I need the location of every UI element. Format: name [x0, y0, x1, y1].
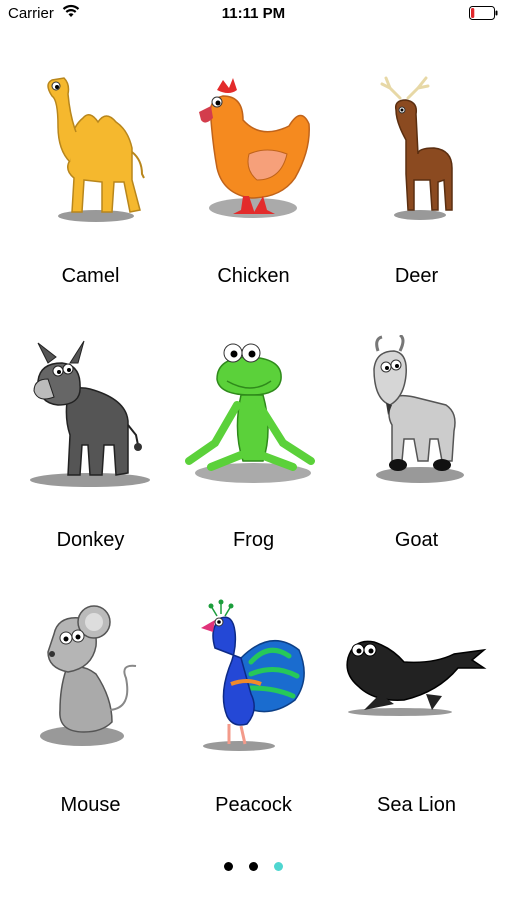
frog-icon	[185, 343, 315, 483]
animal-cell-camel[interactable]: Camel	[8, 70, 173, 300]
animal-label: Donkey	[56, 529, 125, 551]
animal-label: Chicken	[217, 265, 290, 287]
page-dot[interactable]	[274, 862, 284, 871]
animal-label: Sea Lion	[377, 794, 456, 816]
animal-label: Peacock	[215, 794, 292, 816]
animal-cell-deer[interactable]: Deer	[334, 70, 499, 300]
animal-label: Deer	[394, 265, 439, 287]
animal-cell-frog[interactable]: Frog	[171, 335, 336, 565]
chicken-icon	[199, 78, 310, 218]
animal-label: Camel	[61, 265, 120, 287]
page-control[interactable]	[0, 858, 507, 876]
camel-icon	[47, 77, 145, 222]
peacock-icon	[201, 599, 305, 751]
animal-label: Frog	[232, 529, 275, 551]
animal-cell-chicken[interactable]: Chicken	[171, 70, 336, 300]
page-dot[interactable]	[249, 862, 258, 871]
animal-cell-peacock[interactable]: Peacock	[171, 598, 336, 828]
goat-icon	[373, 335, 464, 483]
animal-cell-sea-lion[interactable]: Sea Lion	[334, 598, 499, 828]
mouse-icon	[40, 605, 137, 746]
animal-cell-donkey[interactable]: Donkey	[8, 335, 173, 565]
animal-cell-mouse[interactable]: Mouse	[8, 598, 173, 828]
deer-icon	[380, 76, 453, 220]
animal-cell-goat[interactable]: Goat	[334, 335, 499, 565]
page-dot[interactable]	[223, 862, 233, 871]
animal-label: Mouse	[60, 794, 121, 816]
donkey-icon	[30, 340, 150, 487]
animal-grid: Camel Chicken Deer Donkey Frog Goat Mous…	[0, 0, 507, 900]
sea-lion-icon	[346, 640, 487, 716]
animal-label: Goat	[394, 529, 439, 551]
